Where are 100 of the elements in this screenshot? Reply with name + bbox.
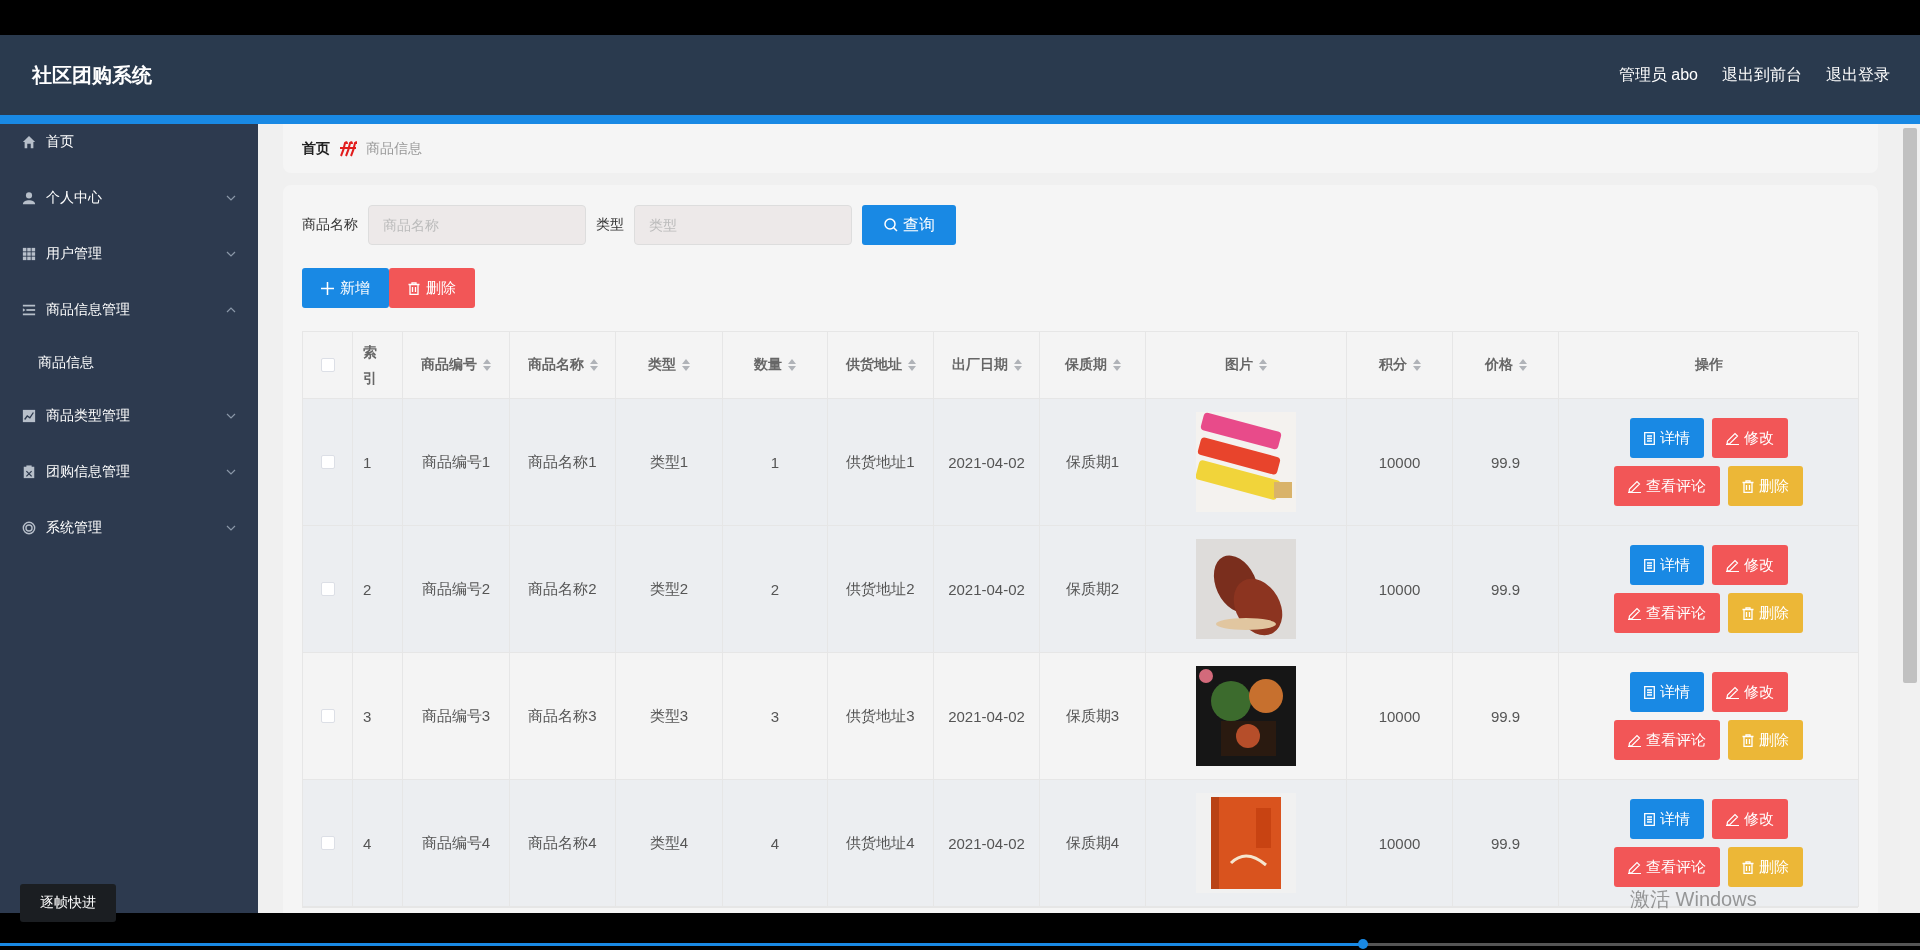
breadcrumb-link[interactable]: 商品信息 xyxy=(366,139,422,158)
column-header[interactable]: 数量 xyxy=(723,332,828,399)
trash-icon xyxy=(1742,860,1754,874)
table-cell: 99.9 xyxy=(1453,653,1559,780)
table-cell: 商品名称2 xyxy=(510,526,616,653)
table-cell: 10000 xyxy=(1347,780,1453,907)
home-icon xyxy=(22,135,36,149)
search-icon xyxy=(883,218,898,232)
sidebar-item[interactable]: 系统管理 xyxy=(0,500,258,556)
sort-icon[interactable] xyxy=(682,359,690,371)
detail-button[interactable]: 详情 xyxy=(1629,545,1704,585)
field-label: 类型 xyxy=(596,216,624,234)
table-cell: 99.9 xyxy=(1453,780,1559,907)
pencil-icon xyxy=(1628,733,1641,747)
sidebar-item[interactable]: 商品类型管理 xyxy=(0,388,258,444)
detail-button[interactable]: 详情 xyxy=(1629,418,1704,458)
sidebar-label: 首页 xyxy=(46,133,75,151)
header-link[interactable]: 退出到前台 xyxy=(1722,64,1802,86)
breadcrumb-link[interactable]: 首页 xyxy=(302,139,330,158)
chevron-down-icon xyxy=(226,469,236,475)
sort-icon[interactable] xyxy=(1412,359,1421,371)
sidebar-label: 商品类型管理 xyxy=(46,407,131,425)
add-button[interactable]: 新增 xyxy=(302,268,389,308)
header-link[interactable]: 退出登录 xyxy=(1826,64,1890,86)
edit-button[interactable]: 修改 xyxy=(1711,545,1788,585)
sidebar-item[interactable]: 用户管理 xyxy=(0,226,258,282)
table-cell: 商品编号3 xyxy=(403,653,510,780)
table-cell: 类型4 xyxy=(616,780,723,907)
column-header[interactable]: 商品编号 xyxy=(403,332,510,399)
user-icon xyxy=(22,191,36,205)
table-cell: 保质期3 xyxy=(1040,653,1146,780)
search-button[interactable]: 查询 xyxy=(862,205,956,245)
detail-button[interactable]: 详情 xyxy=(1629,672,1704,712)
table-cell: 1 xyxy=(723,399,828,526)
trash-icon xyxy=(1742,479,1754,493)
sort-icon[interactable] xyxy=(1518,359,1527,371)
column-header[interactable]: 图片 xyxy=(1146,332,1347,399)
column-header[interactable]: 保质期 xyxy=(1040,332,1146,399)
edit-button[interactable]: 修改 xyxy=(1711,418,1788,458)
table-cell: 2021-04-02 xyxy=(934,780,1040,907)
checkbox[interactable] xyxy=(320,455,335,469)
sort-icon[interactable] xyxy=(589,359,598,371)
sidebar-label: 商品信息管理 xyxy=(46,301,131,319)
sidebar-item[interactable]: 首页 xyxy=(0,124,258,160)
table-cell: 2021-04-02 xyxy=(934,653,1040,780)
table-cell: 供货地址3 xyxy=(828,653,934,780)
table-cell: 类型1 xyxy=(616,399,723,526)
sort-icon[interactable] xyxy=(1013,359,1022,371)
progress-handle[interactable] xyxy=(1358,939,1369,949)
frame-step-button[interactable]: 逐帧快进 xyxy=(20,884,116,922)
column-header[interactable]: 出厂日期 xyxy=(934,332,1040,399)
table-cell: 3 xyxy=(353,653,403,780)
table-cell: 保质期2 xyxy=(1040,526,1146,653)
checkbox[interactable] xyxy=(320,709,335,723)
header-link[interactable]: 管理员 abo xyxy=(1618,64,1698,86)
table-cell: 2021-04-02 xyxy=(934,526,1040,653)
sort-icon[interactable] xyxy=(1112,359,1121,371)
sidebar-label: 用户管理 xyxy=(46,245,103,263)
sidebar-label: 系统管理 xyxy=(46,519,103,537)
app-title: 社区团购系统 xyxy=(32,62,152,88)
checkbox[interactable] xyxy=(320,582,335,596)
sort-icon[interactable] xyxy=(483,359,491,371)
table-cell: 类型2 xyxy=(616,526,723,653)
column-header[interactable]: 类型 xyxy=(616,332,723,399)
chevron-up-icon xyxy=(226,307,236,313)
comment-button[interactable]: 查看评论 xyxy=(1614,593,1720,633)
edit-button[interactable]: 修改 xyxy=(1711,799,1788,839)
sidebar-item[interactable]: 商品信息管理 xyxy=(0,282,258,338)
edit-button[interactable]: 修改 xyxy=(1711,672,1788,712)
sidebar-subitem[interactable]: 商品信息 xyxy=(0,338,258,388)
checkbox[interactable] xyxy=(320,358,335,372)
checkbox[interactable] xyxy=(320,836,335,850)
ring-icon xyxy=(22,521,36,535)
comment-button[interactable]: 查看评论 xyxy=(1614,466,1720,506)
sort-icon[interactable] xyxy=(907,359,916,371)
document-icon xyxy=(1643,685,1655,699)
table-cell: 商品编号2 xyxy=(403,526,510,653)
column-header[interactable]: 价格 xyxy=(1453,332,1559,399)
table-cell: 商品编号4 xyxy=(403,780,510,907)
sidebar-item[interactable]: 团购信息管理 xyxy=(0,444,258,500)
sidebar-item[interactable]: 个人中心 xyxy=(0,170,258,226)
comment-button[interactable]: 查看评论 xyxy=(1614,720,1720,760)
table-cell: 商品名称3 xyxy=(510,653,616,780)
list-icon xyxy=(22,303,36,317)
column-header: 索引 xyxy=(353,332,403,399)
scrollbar-thumb[interactable] xyxy=(1903,128,1917,683)
table-cell: 保质期1 xyxy=(1040,399,1146,526)
column-header[interactable]: 商品名称 xyxy=(510,332,616,399)
delete-button[interactable]: 删除 xyxy=(389,268,475,308)
table-cell: 2021-04-02 xyxy=(934,399,1040,526)
comment-button[interactable]: 查看评论 xyxy=(1614,847,1720,887)
column-header[interactable]: 积分 xyxy=(1347,332,1453,399)
document-icon xyxy=(1643,812,1655,826)
pencil-icon xyxy=(1725,558,1739,572)
detail-button[interactable]: 详情 xyxy=(1629,799,1704,839)
sort-icon[interactable] xyxy=(1259,359,1267,371)
sort-icon[interactable] xyxy=(788,359,796,371)
table-cell: 2 xyxy=(723,526,828,653)
pencil-icon xyxy=(1725,685,1739,699)
column-header[interactable]: 供货地址 xyxy=(828,332,934,399)
